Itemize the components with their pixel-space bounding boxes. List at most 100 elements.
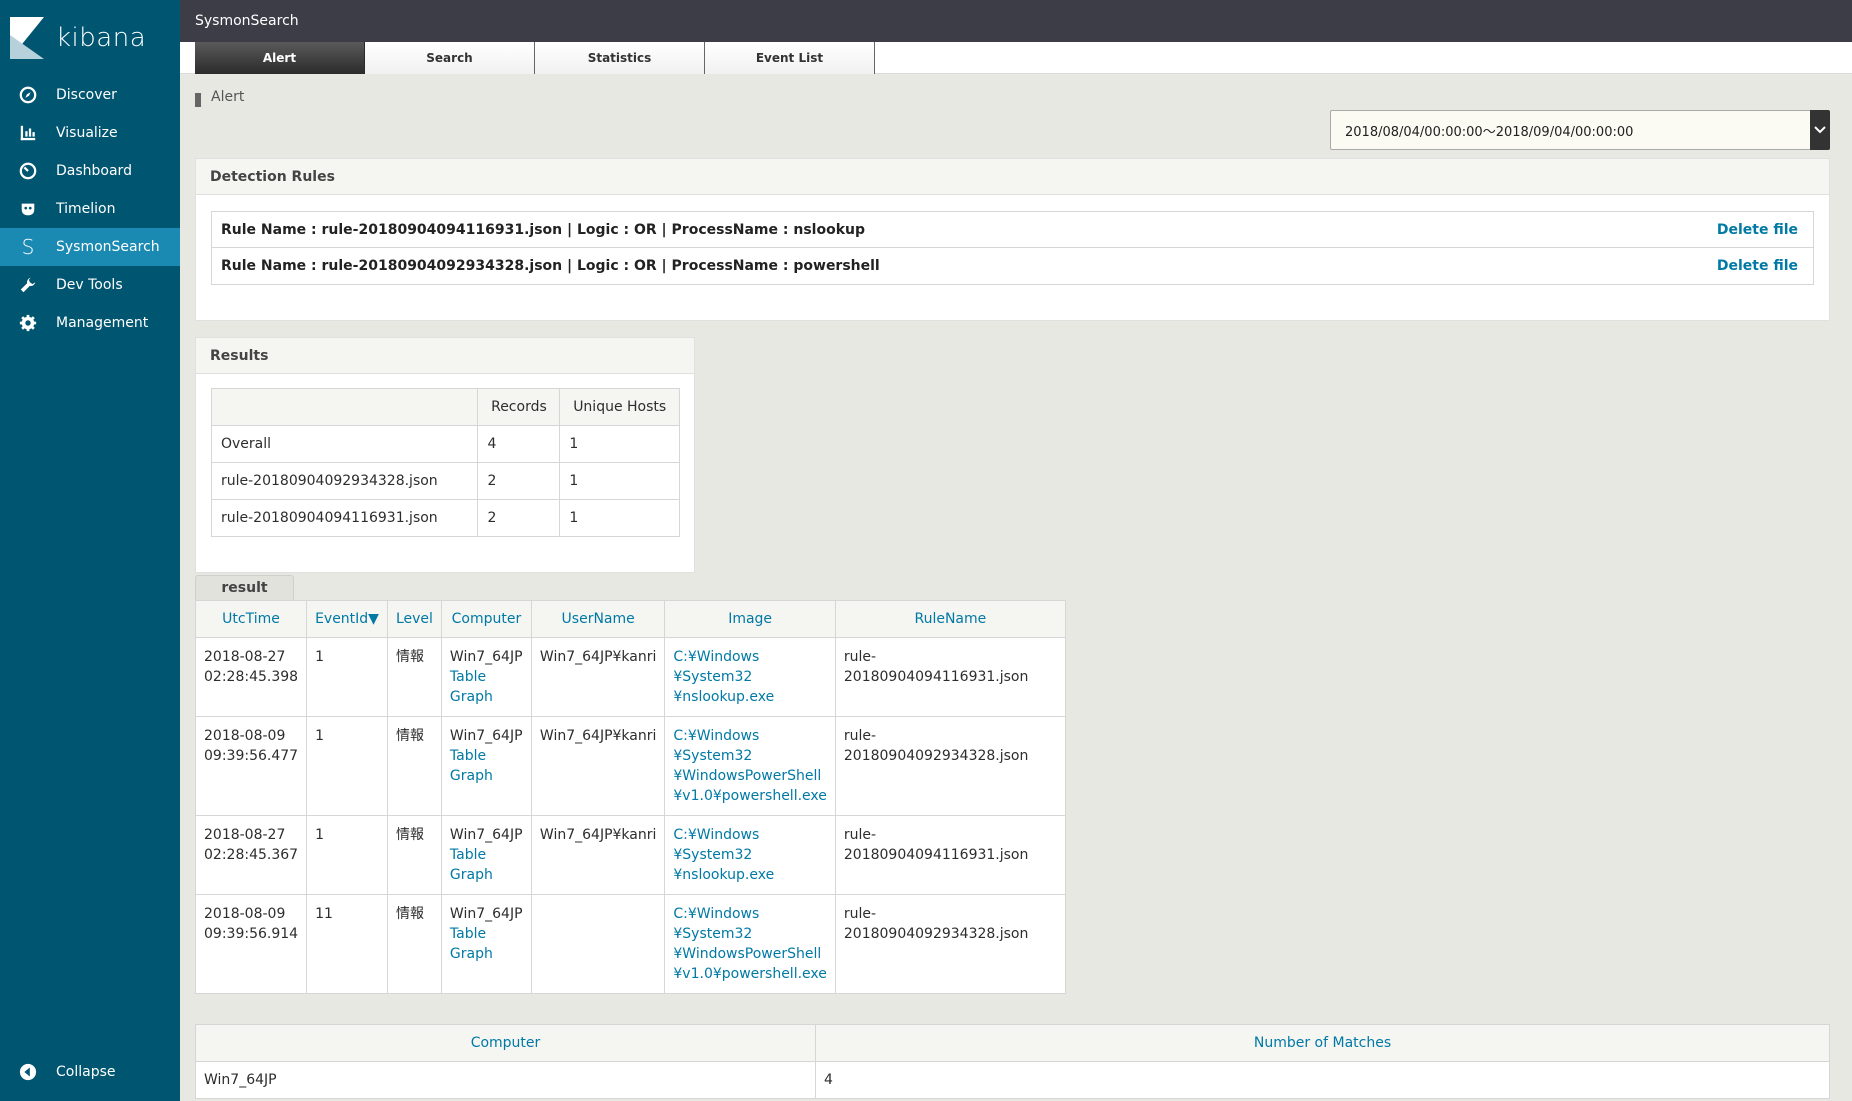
table-header-row: Records Unique Hosts xyxy=(210,388,680,426)
table-link[interactable]: Table xyxy=(450,926,486,942)
column-header-username[interactable]: UserName xyxy=(530,600,666,638)
bar-chart-icon xyxy=(18,123,38,143)
rulename-cell: rule-20180904094116931.json xyxy=(834,637,1066,717)
column-header-computer[interactable]: Computer xyxy=(195,1024,816,1062)
image-path-part: ¥WindowsPowerShell xyxy=(673,946,822,962)
computer-name: Win7_64JP xyxy=(449,728,523,744)
sidebar-item-dev-tools[interactable]: Dev Tools xyxy=(0,266,180,304)
column-header-rulename[interactable]: RuleName xyxy=(834,600,1066,638)
events-table: UtcTime EventId▼ Level Computer UserName… xyxy=(194,600,1066,994)
table-link[interactable]: Table xyxy=(450,847,486,863)
sidebar-item-sysmonsearch[interactable]: S SysmonSearch xyxy=(0,228,180,266)
image-link[interactable]: C:¥Windows ¥System32 ¥WindowsPowerShell ¥v1… xyxy=(664,894,836,994)
image-link[interactable]: C:¥Windows ¥System32 ¥nslookup.exe xyxy=(664,637,836,717)
tab-search[interactable]: Search xyxy=(365,42,535,74)
tab-statistics[interactable]: Statistics xyxy=(535,42,705,74)
column-header-computer[interactable]: Computer xyxy=(440,600,532,638)
image-path-part: ¥System32 xyxy=(673,748,753,764)
rule-row: Rule Name : rule-20180904092934328.json … xyxy=(212,248,1813,284)
table-cell: rule-20180904094116931.json xyxy=(210,499,479,537)
breadcrumb-label: Alert xyxy=(211,89,245,105)
computer-cell: Win7_64JP Table Graph xyxy=(440,815,532,895)
table-link[interactable]: Table xyxy=(450,669,486,685)
image-path-part: C:¥Windows xyxy=(673,906,760,922)
column-header-level[interactable]: Level xyxy=(386,600,442,638)
rule-text: Rule Name : rule-20180904094116931.json … xyxy=(221,221,865,238)
image-link[interactable]: C:¥Windows ¥System32 ¥nslookup.exe xyxy=(664,815,836,895)
table-row: 2018-08-09 09:39:56.477 1 情報 Win7_64JP Tab… xyxy=(194,716,1066,816)
time-text: 02:28:45.367 xyxy=(204,847,299,863)
image-path-part: ¥System32 xyxy=(673,669,753,685)
table-cell: rule-20180904092934328.json xyxy=(210,462,479,500)
time-cell: 2018-08-27 02:28:45.367 xyxy=(194,815,308,895)
image-path-part: ¥nslookup.exe xyxy=(673,867,775,883)
tab-alert[interactable]: Alert xyxy=(195,42,365,74)
delete-file-button[interactable]: Delete file xyxy=(1717,258,1798,274)
rulename-cell: rule-20180904092934328.json xyxy=(834,894,1066,994)
time-cell: 2018-08-09 09:39:56.477 xyxy=(194,716,308,816)
sidebar-item-label: Dashboard xyxy=(56,163,132,179)
column-header xyxy=(210,388,479,426)
computer-name: Win7_64JP xyxy=(449,906,523,922)
image-path-part: ¥System32 xyxy=(673,926,753,942)
image-link[interactable]: C:¥Windows ¥System32 ¥WindowsPowerShell ¥v1… xyxy=(664,716,836,816)
delete-file-button[interactable]: Delete file xyxy=(1717,222,1798,238)
graph-link[interactable]: Graph xyxy=(450,946,493,962)
time-text: 09:39:56.914 xyxy=(204,926,299,942)
result-tab[interactable]: result xyxy=(195,575,294,600)
level-cell: 情報 xyxy=(386,716,442,816)
sidebar-item-label: Visualize xyxy=(56,125,118,141)
column-header-number-of-matches[interactable]: Number of Matches xyxy=(815,1024,1830,1062)
table-cell: 4 xyxy=(477,425,561,463)
column-header-image[interactable]: Image xyxy=(664,600,836,638)
sidebar-item-label: Dev Tools xyxy=(56,277,123,293)
time-text: 02:28:45.398 xyxy=(204,669,299,685)
chevron-down-icon[interactable] xyxy=(1810,110,1830,150)
image-path-part: ¥v1.0¥powershell.exe xyxy=(673,788,827,804)
table-link[interactable]: Table xyxy=(450,748,486,764)
rules-list: Rule Name : rule-20180904094116931.json … xyxy=(211,211,1814,285)
username-cell: Win7_64JP¥kanri xyxy=(530,637,666,717)
tab-bar: Alert Search Statistics Event List xyxy=(180,42,1852,74)
timelion-icon xyxy=(18,199,38,219)
sidebar-item-visualize[interactable]: Visualize xyxy=(0,114,180,152)
column-header-utctime[interactable]: UtcTime xyxy=(194,600,308,638)
graph-link[interactable]: Graph xyxy=(450,867,493,883)
sidebar-nav: Discover Visualize Dashboard Timelion S … xyxy=(0,76,180,342)
table-cell: 1 xyxy=(559,499,680,537)
table-header-row: Computer Number of Matches xyxy=(195,1024,1830,1062)
table-cell: Overall xyxy=(210,425,479,463)
wrench-icon xyxy=(18,275,38,295)
username-cell: Win7_64JP¥kanri xyxy=(530,716,666,816)
collapse-button[interactable]: Collapse xyxy=(0,1053,180,1091)
table-header-row: UtcTime EventId▼ Level Computer UserName… xyxy=(194,600,1066,638)
image-path-part: ¥WindowsPowerShell xyxy=(673,768,822,784)
sidebar-item-timelion[interactable]: Timelion xyxy=(0,190,180,228)
results-table: Records Unique Hosts Overall 4 1 rule-20… xyxy=(210,388,680,537)
computer-name: Win7_64JP xyxy=(449,827,523,843)
sidebar-item-management[interactable]: Management xyxy=(0,304,180,342)
compass-icon xyxy=(18,85,38,105)
sidebar-item-dashboard[interactable]: Dashboard xyxy=(0,152,180,190)
time-cell: 2018-08-27 02:28:45.398 xyxy=(194,637,308,717)
image-path-part: ¥System32 xyxy=(673,847,753,863)
s-letter-icon: S xyxy=(21,235,35,259)
date-range-value: 2018/08/04/00:00:00〜2018/09/04/00:00:00 xyxy=(1345,124,1634,140)
kibana-logo[interactable]: kibana xyxy=(0,0,180,76)
sidebar-item-discover[interactable]: Discover xyxy=(0,76,180,114)
date-text: 2018-08-09 xyxy=(204,728,286,744)
computer-cell: Win7_64JP Table Graph xyxy=(440,716,532,816)
date-range-select[interactable]: 2018/08/04/00:00:00〜2018/09/04/00:00:00 xyxy=(1330,110,1830,150)
detection-rules-title: Detection Rules xyxy=(196,159,1829,195)
table-row: 2018-08-27 02:28:45.398 1 情報 Win7_64JP Tab… xyxy=(194,637,1066,717)
computer-name: Win7_64JP xyxy=(449,649,523,665)
graph-link[interactable]: Graph xyxy=(450,768,493,784)
column-header-eventid[interactable]: EventId▼ xyxy=(306,600,388,638)
graph-link[interactable]: Graph xyxy=(450,689,493,705)
chevron-left-circle-icon xyxy=(18,1062,38,1082)
tab-event-list[interactable]: Event List xyxy=(705,42,875,74)
event-id-cell: 1 xyxy=(306,815,388,895)
brand-name: kibana xyxy=(56,23,147,53)
breadcrumb-marker xyxy=(195,93,201,107)
table-cell: 1 xyxy=(559,462,680,500)
